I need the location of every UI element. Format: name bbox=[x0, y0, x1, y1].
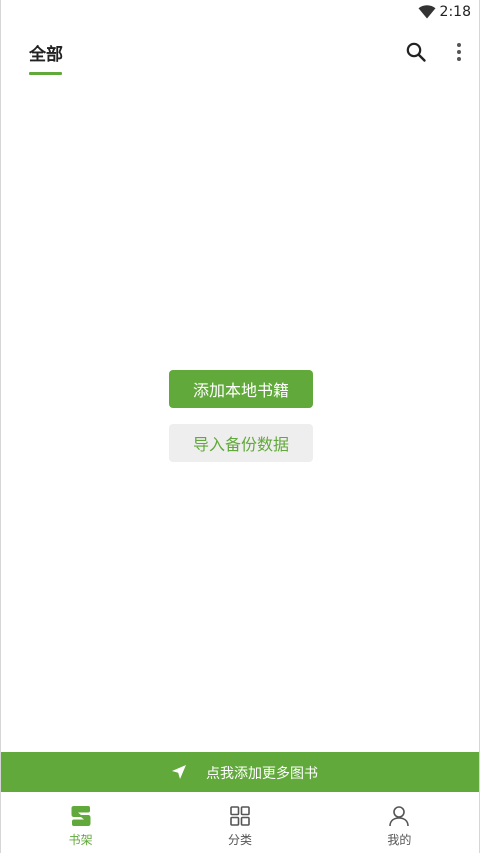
category-grid-icon bbox=[230, 806, 250, 826]
add-local-books-button[interactable]: 添加本地书籍 bbox=[169, 370, 313, 408]
nav-item-category[interactable]: 分类 bbox=[160, 792, 319, 853]
nav-label-mine: 我的 bbox=[387, 833, 412, 847]
wifi-icon bbox=[418, 5, 436, 19]
import-backup-button[interactable]: 导入备份数据 bbox=[169, 424, 313, 462]
nav-item-mine[interactable]: 我的 bbox=[320, 792, 479, 853]
nav-label-bookshelf: 书架 bbox=[68, 833, 93, 847]
bookshelf-icon bbox=[71, 806, 91, 826]
person-icon bbox=[389, 806, 410, 827]
search-icon[interactable] bbox=[404, 40, 428, 64]
nav-item-bookshelf[interactable]: 书架 bbox=[1, 792, 160, 853]
top-app-bar: 全部 bbox=[1, 24, 479, 80]
status-time: 2:18 bbox=[439, 4, 471, 20]
navigation-arrow-icon bbox=[172, 765, 186, 779]
more-vertical-icon[interactable] bbox=[447, 40, 471, 64]
status-bar: 2:18 bbox=[1, 0, 479, 24]
bottom-navigation: 书架 分类 我的 bbox=[1, 792, 479, 853]
promo-text: 点我添加更多图书 bbox=[206, 766, 318, 782]
add-more-books-banner[interactable]: 点我添加更多图书 bbox=[1, 752, 479, 792]
nav-label-category: 分类 bbox=[227, 833, 252, 847]
tab-indicator bbox=[29, 72, 62, 75]
tab-all[interactable]: 全部 bbox=[29, 40, 63, 65]
